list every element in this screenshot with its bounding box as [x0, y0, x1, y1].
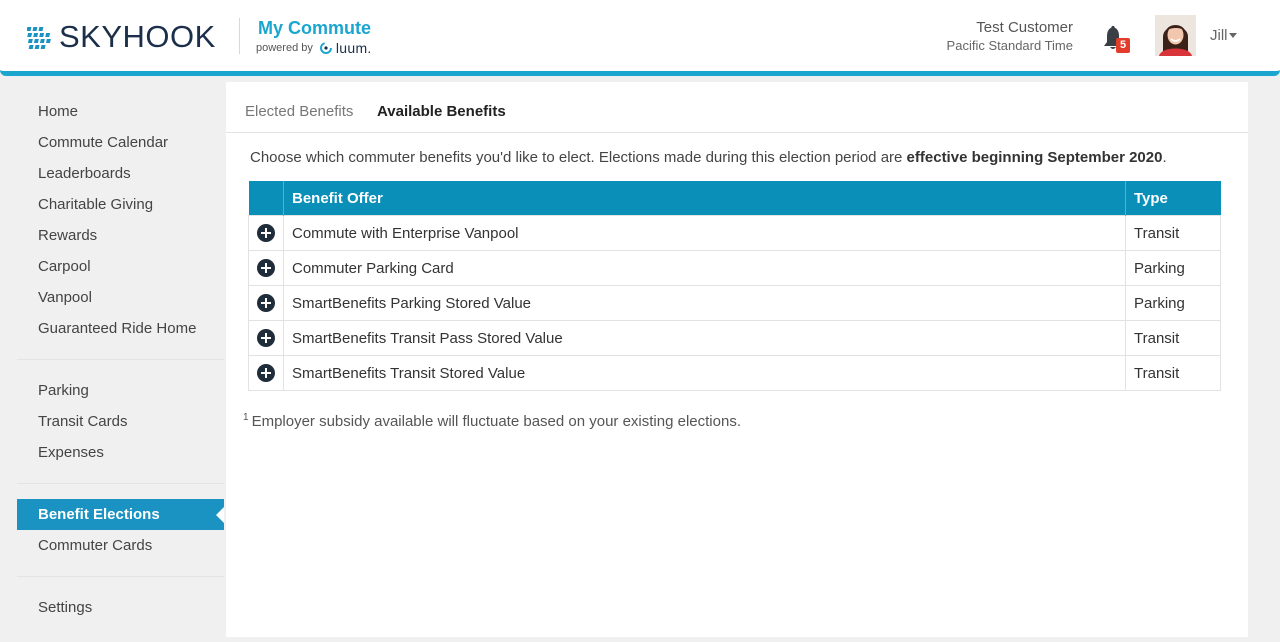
user-full-name: Test Customer: [976, 19, 1073, 36]
sidebar-item-commute-calendar[interactable]: Commute Calendar: [17, 127, 224, 158]
user-menu-label[interactable]: Jill: [1210, 27, 1228, 44]
plus-circle-icon[interactable]: [257, 294, 275, 313]
sidebar-item-vanpool[interactable]: Vanpool: [17, 282, 224, 313]
intro-text-body: Choose which commuter benefits you'd lik…: [250, 149, 907, 166]
table-header-benefit-offer: Benefit Offer: [283, 181, 1126, 216]
benefit-type-cell: Transit: [1125, 215, 1221, 251]
tab-elected-benefits[interactable]: Elected Benefits: [245, 103, 353, 120]
benefit-type-cell: Transit: [1125, 355, 1221, 391]
add-cell: [248, 285, 284, 321]
top-header: SKYHOOK My Commute powered by luum. Test…: [0, 0, 1280, 76]
footnote-marker: 1: [243, 412, 249, 423]
benefit-offer-cell: Commuter Parking Card: [283, 250, 1126, 286]
footnote-text: Employer subsidy available will fluctuat…: [251, 413, 741, 430]
main-content: Elected Benefits Available Benefits Choo…: [226, 82, 1248, 637]
footnote: 1 Employer subsidy available will fluctua…: [243, 412, 741, 430]
sidebar-item-carpool[interactable]: Carpool: [17, 251, 224, 282]
notification-badge: 5: [1116, 38, 1130, 53]
benefit-type-cell: Parking: [1125, 250, 1221, 286]
benefit-offer-cell: SmartBenefits Transit Stored Value: [283, 355, 1126, 391]
plus-circle-icon[interactable]: [257, 259, 275, 278]
tab-bar: Elected Benefits Available Benefits: [226, 82, 1248, 133]
intro-effective-date: effective beginning September 2020: [906, 149, 1163, 166]
user-timezone: Pacific Standard Time: [946, 38, 1073, 53]
sidebar-item-settings[interactable]: Settings: [17, 592, 224, 623]
powered-by: powered by luum.: [256, 40, 372, 56]
table-row: SmartBenefits Parking Stored Value Parki…: [248, 285, 1221, 321]
benefit-offer-cell: SmartBenefits Transit Pass Stored Value: [283, 320, 1126, 356]
header-divider: [239, 18, 240, 54]
table-header-type: Type: [1125, 181, 1221, 216]
sidebar-item-home[interactable]: Home: [17, 96, 224, 127]
app-title[interactable]: My Commute: [258, 18, 371, 39]
sidebar-item-leaderboards[interactable]: Leaderboards: [17, 158, 224, 189]
skyhook-logo[interactable]: SKYHOOK: [27, 20, 216, 54]
plus-circle-icon[interactable]: [257, 329, 275, 348]
table-row: Commuter Parking Card Parking: [248, 250, 1221, 286]
sidebar-divider: [17, 483, 224, 484]
sidebar-divider: [17, 359, 224, 360]
luum-logo-icon: [319, 42, 332, 54]
benefit-type-cell: Transit: [1125, 320, 1221, 356]
chevron-down-icon[interactable]: [1229, 33, 1237, 38]
add-cell: [248, 250, 284, 286]
intro-text-end: .: [1162, 149, 1167, 166]
benefit-type-cell: Parking: [1125, 285, 1221, 321]
sidebar-divider: [17, 576, 224, 577]
sidebar-item-rewards[interactable]: Rewards: [17, 220, 224, 251]
table-header-row: Benefit Offer Type: [248, 181, 1221, 216]
benefit-offer-cell: Commute with Enterprise Vanpool: [283, 215, 1126, 251]
sidebar: Home Commute Calendar Leaderboards Chari…: [0, 82, 225, 642]
sidebar-item-expenses[interactable]: Expenses: [17, 437, 224, 468]
add-cell: [248, 320, 284, 356]
sidebar-item-parking[interactable]: Parking: [17, 375, 224, 406]
user-photo-icon: [1155, 15, 1196, 56]
plus-circle-icon[interactable]: [257, 364, 275, 383]
add-cell: [248, 355, 284, 391]
luum-brand: luum.: [335, 40, 372, 56]
add-cell: [248, 215, 284, 251]
intro-text: Choose which commuter benefits you'd lik…: [250, 149, 1167, 166]
table-row: SmartBenefits Transit Stored Value Trans…: [248, 355, 1221, 391]
sidebar-item-charitable-giving[interactable]: Charitable Giving: [17, 189, 224, 220]
sidebar-item-guaranteed-ride-home[interactable]: Guaranteed Ride Home: [17, 313, 224, 344]
sidebar-item-commuter-cards[interactable]: Commuter Cards: [17, 530, 224, 561]
sidebar-item-transit-cards[interactable]: Transit Cards: [17, 406, 224, 437]
benefits-table: Benefit Offer Type Commute with Enterpri…: [248, 181, 1221, 391]
brand-name: SKYHOOK: [59, 19, 216, 54]
skyhook-logo-icon: [27, 27, 51, 49]
tab-available-benefits[interactable]: Available Benefits: [377, 103, 506, 120]
table-row: Commute with Enterprise Vanpool Transit: [248, 215, 1221, 251]
powered-by-label: powered by: [256, 42, 313, 54]
benefit-offer-cell: SmartBenefits Parking Stored Value: [283, 285, 1126, 321]
table-header-icon: [248, 181, 284, 216]
plus-circle-icon[interactable]: [257, 224, 275, 243]
table-row: SmartBenefits Transit Pass Stored Value …: [248, 320, 1221, 356]
avatar[interactable]: [1155, 15, 1196, 56]
sidebar-item-benefit-elections[interactable]: Benefit Elections: [17, 499, 224, 530]
